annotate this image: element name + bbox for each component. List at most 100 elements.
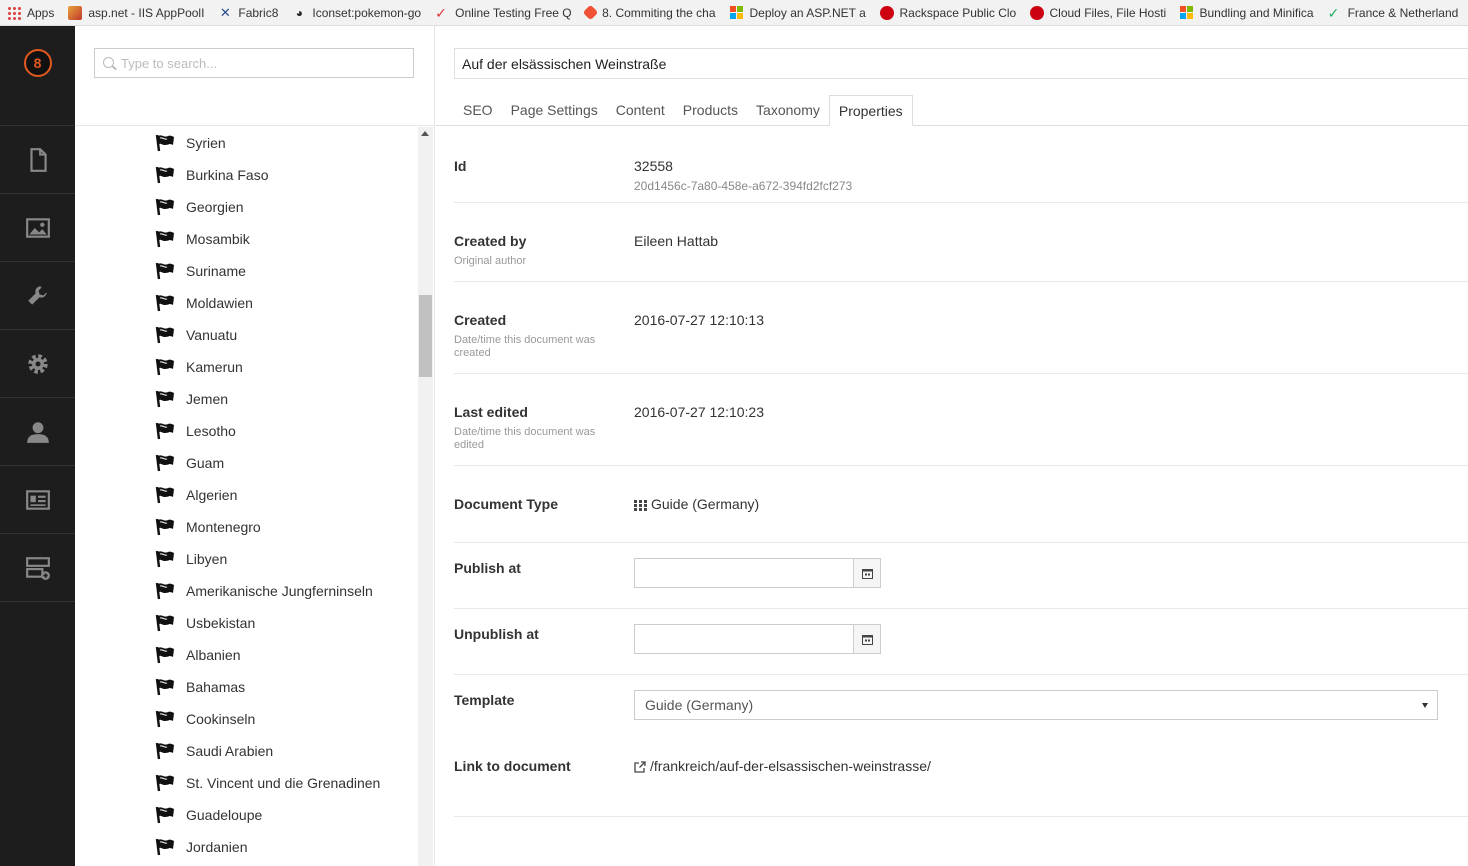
flag-icon: [155, 806, 174, 824]
bookmark-item[interactable]: Rackspace Public Clou: [873, 5, 1023, 20]
prop-link: Link to document /frankreich/auf-der-els…: [454, 741, 1468, 817]
tree-item[interactable]: Bahamas: [75, 671, 417, 703]
tree-item-label: Amerikanische Jungferninseln: [186, 583, 373, 599]
document-link[interactable]: /frankreich/auf-der-elsassischen-weinstr…: [650, 758, 931, 774]
bookmark-item[interactable]: Apps: [0, 5, 61, 20]
tree-item[interactable]: Kamerun: [75, 351, 417, 383]
flag-icon: [155, 486, 174, 504]
tree-item[interactable]: Lesotho: [75, 415, 417, 447]
tree-item[interactable]: Syrien: [75, 127, 417, 159]
tree-item-label: St. Vincent und die Grenadinen: [186, 775, 381, 791]
tree-item[interactable]: Libyen: [75, 543, 417, 575]
tree-item[interactable]: Albanien: [75, 639, 417, 671]
tree-item[interactable]: Saudi Arabien: [75, 735, 417, 767]
tree-item-label: Jordanien: [186, 839, 248, 855]
tree-item[interactable]: Amerikanische Jungferninseln: [75, 575, 417, 607]
bookmark-item[interactable]: ✓ France & Netherland: [1321, 6, 1466, 20]
flag-icon: [155, 774, 174, 792]
tab-seo[interactable]: SEO: [454, 95, 502, 126]
document-type-value[interactable]: Guide (Germany): [651, 496, 759, 512]
bookmark-label: Iconset:pokemon-go: [312, 5, 422, 20]
calendar-icon[interactable]: [854, 624, 881, 654]
image-icon: [25, 217, 50, 238]
calendar-icon[interactable]: [854, 558, 881, 588]
id-card-icon: [25, 489, 50, 510]
flag-icon: [155, 326, 174, 344]
bookmarks-bar: Apps asp.net - IIS AppPoolI ✕ Fabric8 ◕ Icons…: [0, 0, 1468, 26]
tree-item[interactable]: Jordanien: [75, 831, 417, 863]
nav-developer[interactable]: [0, 330, 75, 398]
nav-settings[interactable]: [0, 262, 75, 330]
tree-item-label: Usbekistan: [186, 615, 256, 631]
bookmark-item[interactable]: Deploy an ASP.NET ap: [723, 5, 873, 20]
tree-item[interactable]: Suriname: [75, 255, 417, 287]
bookmark-item[interactable]: ✕ Fabric8: [211, 6, 285, 20]
flag-icon: [155, 262, 174, 280]
prop-label: Publish at: [454, 560, 521, 576]
flag-icon: [155, 646, 174, 664]
scroll-thumb[interactable]: [419, 295, 432, 377]
prop-label: Document Type: [454, 496, 558, 512]
flag-icon: [155, 742, 174, 760]
prop-label: Template: [454, 692, 515, 708]
prop-template: Template Guide (Germany): [454, 675, 1468, 741]
tree-item-label: Moldawien: [186, 295, 253, 311]
scroll-up-arrow-icon[interactable]: [421, 131, 429, 136]
nav-users[interactable]: [0, 398, 75, 466]
bookmark-label: France & Netherland: [1347, 5, 1459, 20]
document-name-input[interactable]: [454, 48, 1468, 79]
prop-created-by: Created by Original author Eileen Hattab: [454, 203, 1468, 282]
tree-item[interactable]: Montenegro: [75, 511, 417, 543]
tree-item-label: Guam: [186, 455, 225, 471]
tree-item[interactable]: Algerien: [75, 479, 417, 511]
nav-media[interactable]: [0, 194, 75, 262]
tree-search-box: [94, 48, 414, 78]
prop-label: Created: [454, 312, 507, 328]
tree-item[interactable]: Georgien: [75, 191, 417, 223]
tab-products[interactable]: Products: [674, 95, 747, 126]
template-select[interactable]: Guide (Germany): [634, 690, 1438, 720]
editor-tabs: SEO Page Settings Content Products Taxonomy P…: [454, 95, 913, 127]
tree-item-label: Lesotho: [186, 423, 236, 439]
nav-forms[interactable]: [0, 534, 75, 602]
flag-icon: [155, 422, 174, 440]
tree-search-input[interactable]: [95, 49, 413, 77]
bookmark-item[interactable]: 8. Commiting the cha: [578, 5, 722, 20]
editor: SEOPage SettingsContentProductsTaxonomyP…: [436, 26, 1468, 866]
bookmark-item[interactable]: ✓ Online Testing Free Q: [428, 6, 578, 20]
bookmark-item[interactable]: ◕ Iconset:pokemon-go: [285, 6, 428, 20]
prop-label: Id: [454, 158, 467, 174]
tab-properties[interactable]: Properties: [828, 95, 913, 126]
tab-content[interactable]: Content: [607, 95, 674, 126]
bookmark-item[interactable]: Bundling and Minifica: [1173, 5, 1321, 20]
tree-item[interactable]: Mosambik: [75, 223, 417, 255]
app-sidebar: 8: [0, 26, 75, 866]
flag-icon: [155, 166, 174, 184]
publish-at-input[interactable]: [634, 558, 854, 588]
tree-item[interactable]: Moldawien: [75, 287, 417, 319]
created-by-value: Eileen Hattab: [634, 233, 719, 249]
tree-item[interactable]: St. Vincent und die Grenadinen: [75, 767, 417, 799]
nav-content[interactable]: [0, 126, 75, 194]
tree-item[interactable]: Usbekistan: [75, 607, 417, 639]
tab-taxonomy[interactable]: Taxonomy: [747, 95, 829, 126]
flag-icon: [155, 678, 174, 696]
tree-item[interactable]: Guadeloupe: [75, 799, 417, 831]
bookmark-item[interactable]: asp.net - IIS AppPoolI: [61, 5, 211, 20]
prop-id: Id 32558 20d1456c-7a80-458e-a672-394fd2f…: [454, 127, 1468, 203]
tree-item[interactable]: Cookinseln: [75, 703, 417, 735]
nav-members[interactable]: [0, 466, 75, 534]
bookmark-item[interactable]: Cloud Files, File Hosti: [1023, 5, 1173, 20]
bookmark-label: Bundling and Minifica: [1199, 5, 1314, 20]
tree-item-label: Libyen: [186, 551, 228, 567]
tree-scrollbar[interactable]: [418, 127, 433, 866]
tab-page-settings[interactable]: Page Settings: [502, 95, 607, 126]
tree-item[interactable]: Burkina Faso: [75, 159, 417, 191]
tree-item[interactable]: Guam: [75, 447, 417, 479]
umbraco-logo[interactable]: 8: [23, 49, 52, 77]
tree-item[interactable]: Jemen: [75, 383, 417, 415]
tree-item[interactable]: Vanuatu: [75, 319, 417, 351]
logo-text: 8: [33, 55, 42, 71]
unpublish-at-input[interactable]: [634, 624, 854, 654]
prop-label: Unpublish at: [454, 626, 539, 642]
